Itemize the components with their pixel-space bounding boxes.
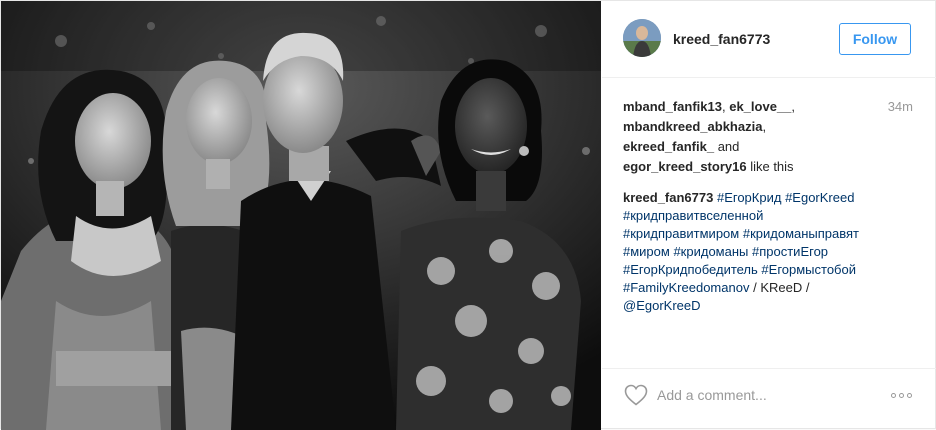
hashtag-link[interactable]: #EgorKreed bbox=[785, 190, 854, 205]
post-photo[interactable] bbox=[1, 1, 601, 430]
likes-suffix: like this bbox=[750, 159, 794, 174]
hashtag-link[interactable]: #кридоманыправят bbox=[743, 226, 859, 241]
photo-image bbox=[1, 1, 601, 430]
hashtag-link[interactable]: #Егормыстобой bbox=[761, 262, 856, 277]
post-side-panel: kreed_fan6773 Follow mband_fanfik13, ek_… bbox=[602, 1, 936, 430]
hashtag-link[interactable]: #ЕгорКрид bbox=[717, 190, 781, 205]
likes-and-text: and bbox=[717, 139, 740, 154]
author-avatar[interactable] bbox=[623, 19, 661, 57]
caption-separator: / bbox=[753, 280, 757, 295]
follow-button[interactable]: Follow bbox=[839, 23, 911, 55]
liker-link[interactable]: mbandkreed_abkhazia bbox=[623, 119, 762, 134]
post-card: kreed_fan6773 Follow mband_fanfik13, ek_… bbox=[0, 0, 936, 430]
post-timestamp[interactable]: 34m bbox=[888, 97, 913, 117]
hashtag-link[interactable]: #кридправитвселенной bbox=[623, 208, 763, 223]
hashtag-link[interactable]: #кридоманы bbox=[673, 244, 748, 259]
liker-link[interactable]: egor_kreed_story16 bbox=[623, 159, 747, 174]
mention-link[interactable]: @EgorKreeD bbox=[623, 298, 701, 313]
author-username-link[interactable]: kreed_fan6773 bbox=[673, 31, 770, 47]
more-options-icon[interactable] bbox=[886, 384, 916, 406]
hashtag-link[interactable]: #миром bbox=[623, 244, 670, 259]
hashtag-link[interactable]: #ЕгорКридпобедитель bbox=[623, 262, 758, 277]
hashtag-link[interactable]: #простиЕгор bbox=[752, 244, 828, 259]
hashtag-link[interactable]: #кридправитмиром bbox=[623, 226, 739, 241]
liker-link[interactable]: mband_fanfik13 bbox=[623, 99, 722, 114]
liker-link[interactable]: ek_love__ bbox=[729, 99, 791, 114]
comment-bar bbox=[602, 368, 936, 423]
hashtag-link[interactable]: #FamilyKreedomanov bbox=[623, 280, 749, 295]
caption-author-link[interactable]: kreed_fan6773 bbox=[623, 190, 713, 205]
comment-input[interactable] bbox=[657, 383, 877, 407]
caption-separator: / bbox=[805, 280, 810, 295]
post-caption: kreed_fan6773 #ЕгорКрид #EgorKreed #крид… bbox=[623, 189, 913, 315]
post-header: kreed_fan6773 Follow bbox=[602, 1, 936, 78]
caption-text: KReeD bbox=[760, 280, 803, 295]
likes-summary: mband_fanfik13, ek_love__, mbandkreed_ab… bbox=[623, 99, 796, 174]
heart-outline-icon[interactable] bbox=[624, 384, 648, 406]
liker-link[interactable]: ekreed_fanfik_ bbox=[623, 139, 714, 154]
